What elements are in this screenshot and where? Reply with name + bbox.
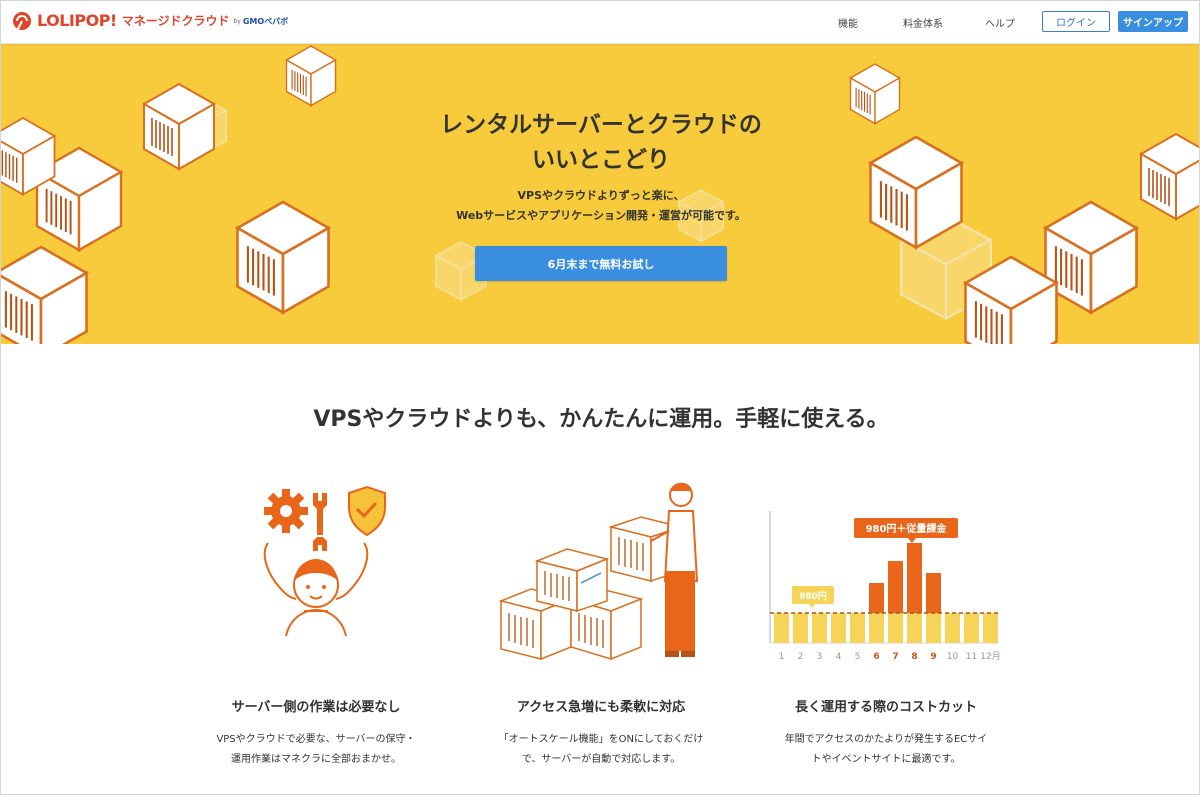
month-label: 7 (892, 652, 898, 662)
signup-button[interactable]: サインアップ (1118, 11, 1188, 32)
month-label: 1 (779, 652, 785, 662)
base-bar (926, 613, 941, 643)
month-label: 9 (930, 652, 936, 662)
feature-description-line1: 「オートスケール機能」をONにしておくだけ (498, 734, 704, 745)
month-label: 5 (855, 652, 861, 662)
usage-bar (907, 543, 922, 613)
gear-icon (264, 489, 308, 533)
stacking-containers-illustration (498, 482, 699, 661)
month-label: 2 (798, 652, 804, 662)
month-label: 4 (836, 652, 842, 662)
feature-description: 「オートスケール機能」をONにしておくだけ で、サーバーが自動で対応します。 (471, 730, 731, 770)
base-bar (983, 613, 998, 643)
feature-description-line2: トやイベントサイトに最適です。 (811, 754, 961, 765)
hero-section: レンタルサーバーとクラウドの いいとこどり VPSやクラウドよりずっと楽に、 W… (1, 44, 1199, 344)
feature-description: 年間でアクセスのかたよりが発生するECサイ トやイベントサイトに最適です。 (756, 730, 1016, 770)
brand-name: LOLIPOP! (37, 10, 117, 30)
site-header: LOLIPOP! マネージドクラウド by GMOペパボ 機能 料金体系 ヘルプ… (1, 1, 1199, 44)
base-bar (888, 613, 903, 643)
month-label: 11 (966, 652, 977, 662)
base-bar (907, 613, 922, 643)
feature-title: 長く運用する際のコストカット (794, 700, 977, 715)
feature-title: アクセス急増にも柔軟に対応 (516, 700, 686, 715)
peak-price-callout: 980円＋従量課金 (854, 518, 958, 543)
month-label: 8 (911, 652, 917, 662)
company-name: GMOペパボ (242, 16, 289, 26)
base-bar (793, 613, 808, 643)
base-bar (869, 613, 884, 643)
feature-description-line2: 運用作業はマネクラに全部おまかせ。 (231, 754, 401, 765)
hero-title-line2: いいとこどり (532, 147, 670, 173)
usage-bar (926, 573, 941, 613)
nav-pricing[interactable]: 料金体系 (903, 15, 943, 30)
base-bar (945, 613, 960, 643)
lollipop-logo-icon (13, 12, 31, 30)
month-label: 10 (947, 652, 959, 662)
login-button[interactable]: ログイン (1042, 11, 1110, 32)
logo[interactable]: LOLIPOP! マネージドクラウド by GMOペパボ (11, 9, 288, 31)
feature-title: サーバー側の作業は必要なし (231, 700, 401, 715)
hero-title: レンタルサーバーとクラウドの いいとこどり (301, 108, 901, 178)
product-name: マネージドクラウド (121, 13, 230, 28)
usage-bar (869, 583, 884, 613)
base-price-label: 980円 (799, 591, 827, 602)
month-label: 6 (873, 652, 879, 662)
shield-check-icon (348, 485, 386, 537)
base-bar (812, 613, 827, 643)
monthly-cost-chart: 980円 980円＋従量課金 1 2 3 4 5 6 7 8 9 10 11 12月 (769, 511, 1001, 662)
page-frame: LOLIPOP! マネージドクラウド by GMOペパボ 機能 料金体系 ヘルプ… (0, 0, 1200, 795)
peak-price-label: 980円＋従量課金 (866, 522, 948, 535)
nav-help[interactable]: ヘルプ (985, 15, 1015, 30)
month-label: 12月 (980, 651, 1000, 662)
feature-description-line1: VPSやクラウドで必要な、サーバーの保守・ (216, 734, 416, 745)
wrench-icon (313, 493, 327, 551)
hero-subtitle-line1: VPSやクラウドよりずっと楽に、 (517, 189, 685, 202)
feature-description: VPSやクラウドで必要な、サーバーの保守・ 運用作業はマネクラに全部おまかせ。 (186, 730, 446, 770)
features-title: VPSやクラウドよりも、かんたんに運用。手軽に使える。 (313, 407, 889, 432)
base-bar (850, 613, 865, 643)
base-bar (774, 613, 789, 643)
feature-description-line2: で、サーバーが自動で対応します。 (521, 754, 681, 765)
base-price-callout: 980円 (792, 586, 834, 608)
base-bar (831, 613, 846, 643)
hero-title-line1: レンタルサーバーとクラウドの (440, 112, 762, 138)
feature-description-line1: 年間でアクセスのかたよりが発生するECサイ (784, 734, 988, 745)
logo-by: by (233, 18, 241, 25)
hero-subtitle: VPSやクラウドよりずっと楽に、 Webサービスやアプリケーション開発・運営が可… (301, 186, 901, 226)
relaxed-person-illustration (263, 485, 386, 637)
month-label: 3 (817, 652, 823, 662)
base-bar (964, 613, 979, 643)
usage-bar (888, 561, 903, 613)
free-trial-button[interactable]: 6月末まで無料お試し (475, 246, 727, 281)
hero-subtitle-line2: Webサービスやアプリケーション開発・運営が可能です。 (456, 209, 746, 222)
nav-features[interactable]: 機能 (838, 15, 858, 30)
